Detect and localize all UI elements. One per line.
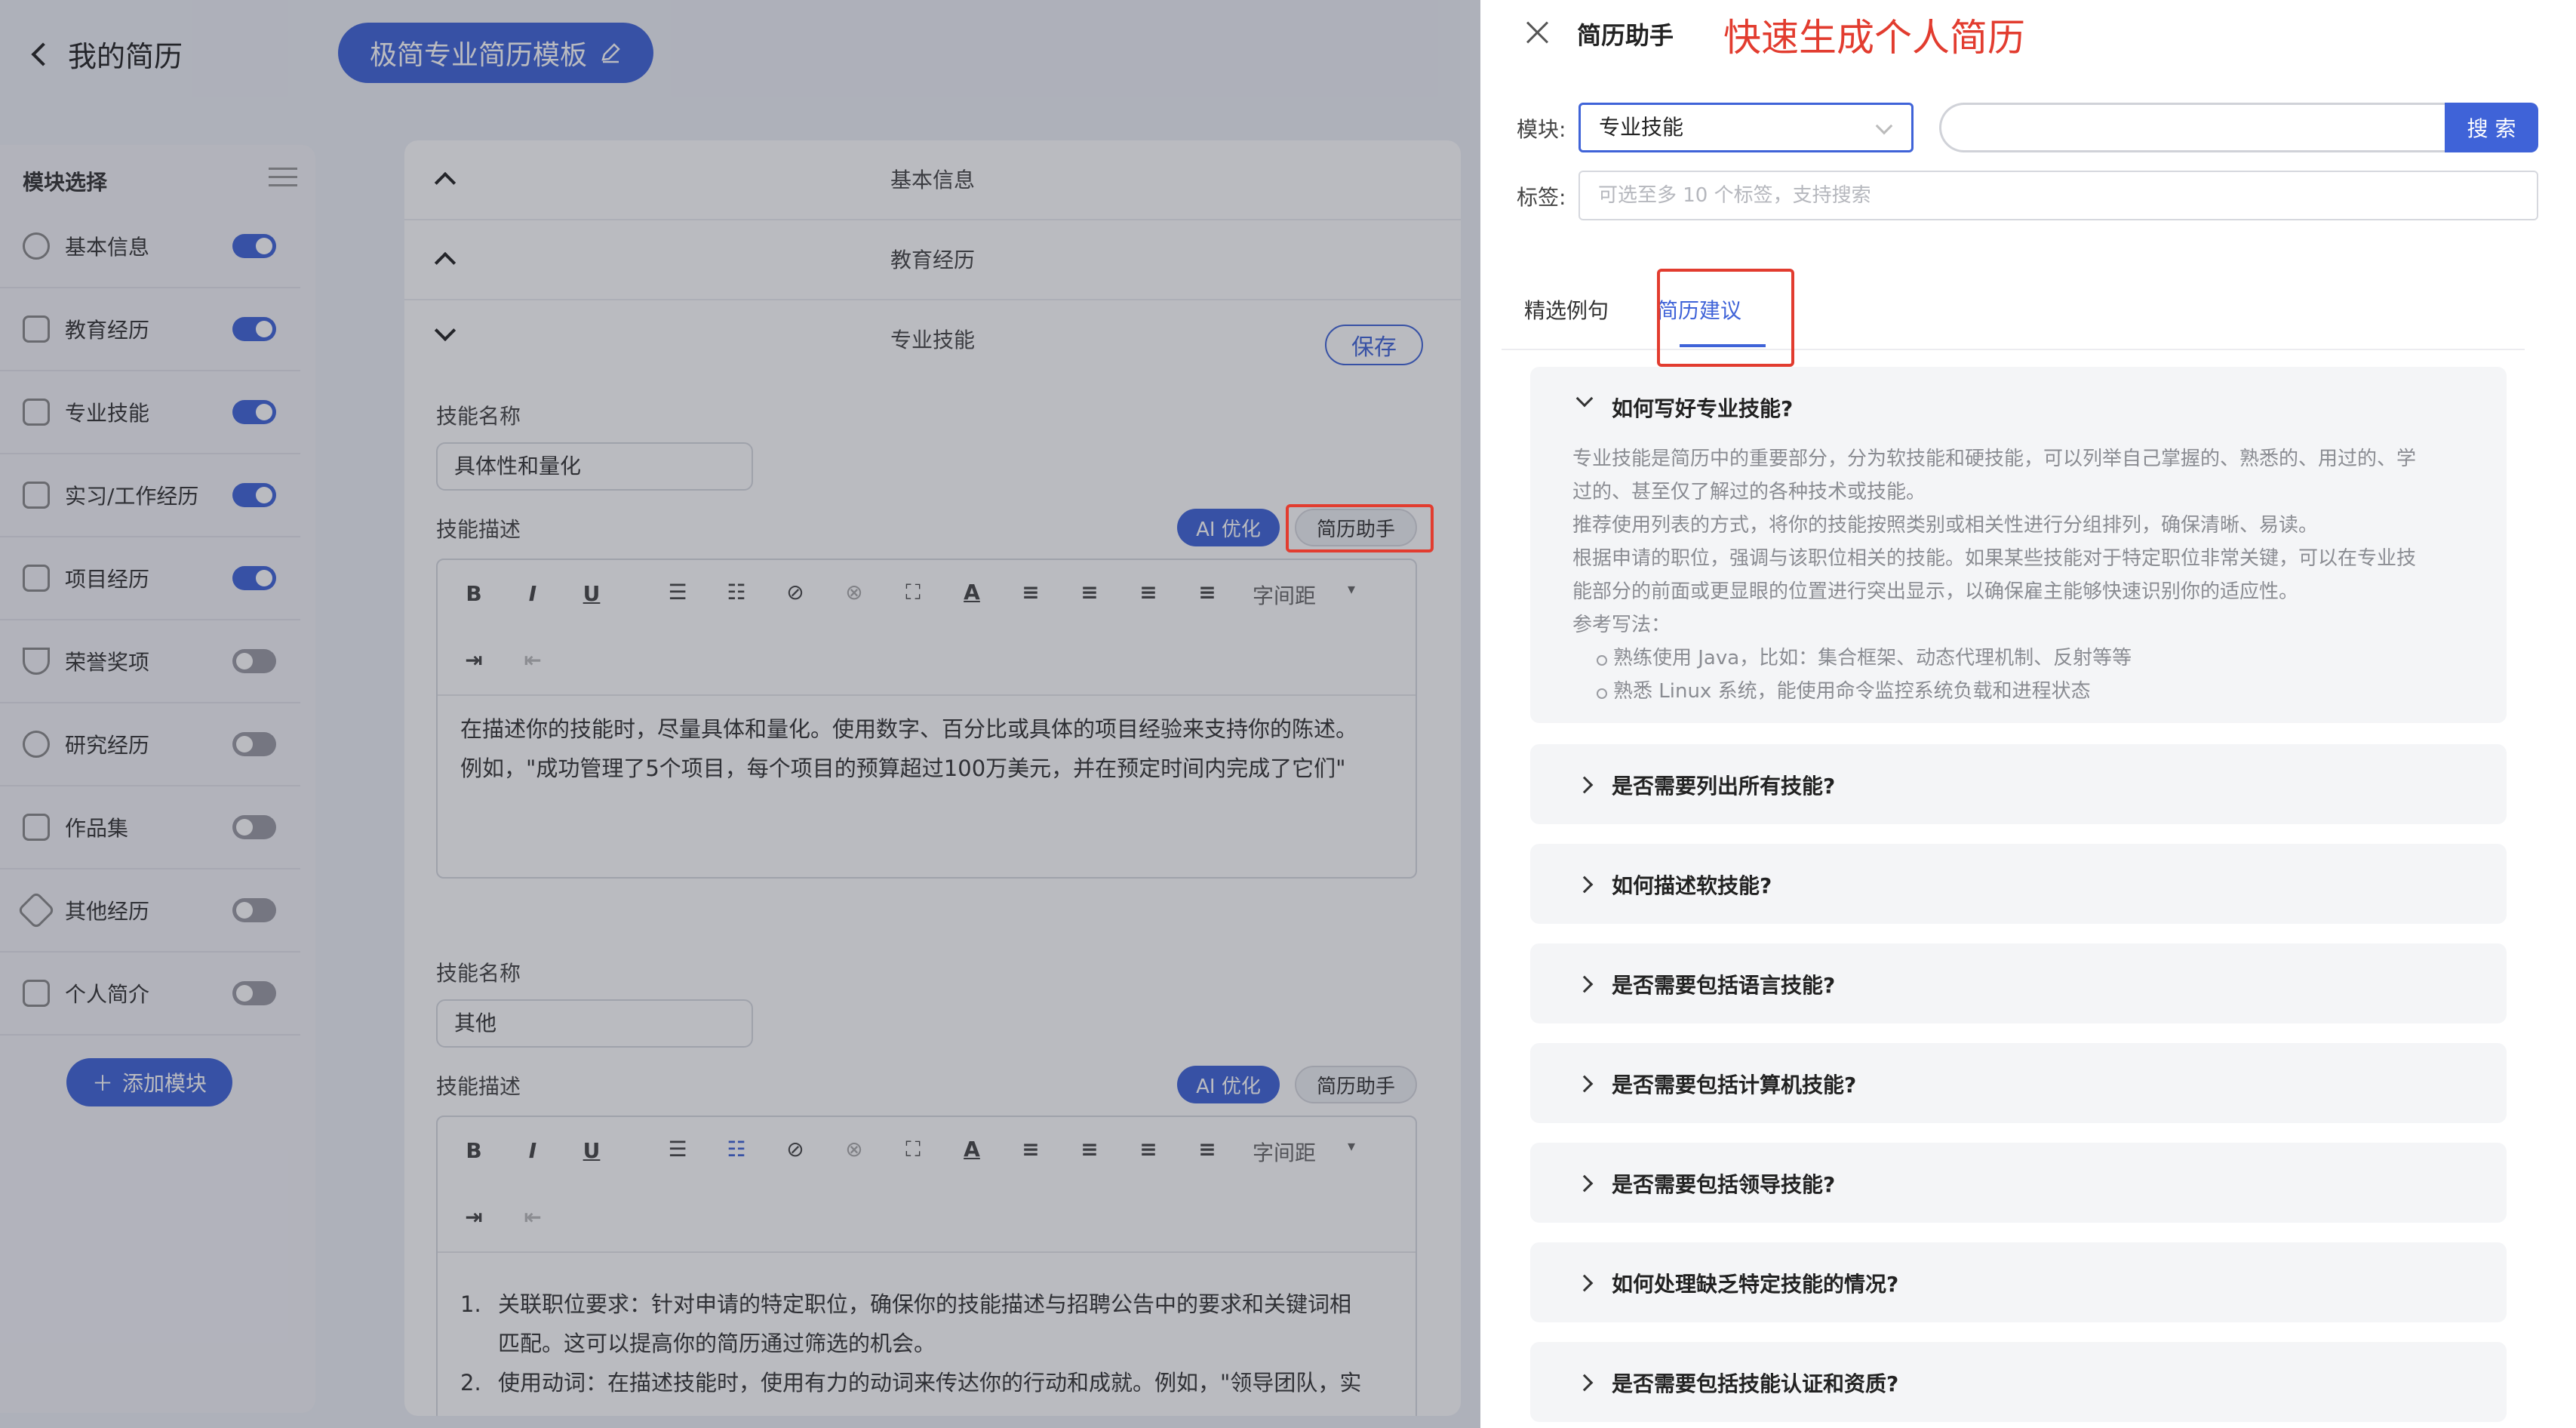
highlight-advice-tab (1657, 269, 1794, 367)
highlight-assistant-button (1286, 504, 1434, 552)
faq-question: 是否需要包括计算机技能? (1612, 1073, 1857, 1097)
faq-item[interactable]: 如何描述软技能? (1530, 844, 2507, 924)
chevron-right-icon (1575, 975, 1594, 993)
faq-item[interactable]: 是否需要列出所有技能? (1530, 744, 2507, 824)
modal-overlay[interactable] (0, 0, 1480, 1428)
chevron-right-icon (1575, 1274, 1594, 1292)
faq-item[interactable]: 是否需要包括计算机技能? (1530, 1043, 2507, 1123)
faq-question: 是否需要列出所有技能? (1612, 774, 1836, 799)
faq-answer: 专业技能是简历中的重要部分，分为软技能和硬技能，可以列举自己掌握的、熟悉的、用过… (1572, 442, 2478, 708)
search-input[interactable] (1939, 103, 2446, 152)
chevron-right-icon (1575, 776, 1594, 794)
chevron-right-icon (1575, 876, 1594, 894)
drawer-title: 简历助手 (1577, 21, 1674, 50)
faq-question: 如何描述软技能? (1612, 873, 1772, 898)
faq-question: 如何写好专业技能? (1612, 396, 1794, 421)
tags-label: 标签: (1517, 185, 1566, 210)
faq-header[interactable]: 如何写好专业技能? (1530, 367, 2507, 448)
chevron-right-icon (1575, 1374, 1594, 1392)
faq-item[interactable]: 如何处理缺乏特定技能的情况? (1530, 1242, 2507, 1322)
chevron-right-icon (1575, 1075, 1594, 1093)
chevron-down-icon (1575, 389, 1594, 408)
bullet-item: 熟练使用 Java，比如：集合框架、动态代理机制、反射等等 (1572, 642, 2478, 675)
slogan-annotation: 快速生成个人简历 (1723, 16, 2025, 60)
faq-item-expanded: 如何写好专业技能? 专业技能是简历中的重要部分，分为软技能和硬技能，可以列举自己… (1530, 367, 2507, 723)
close-icon[interactable] (1524, 20, 1550, 45)
chevron-down-icon (1875, 117, 1893, 135)
tab-bar: 精选例句 简历建议 (1502, 267, 2525, 350)
resume-assistant-drawer: 简历助手 快速生成个人简历 模块: 专业技能 搜 索 标签: 可选至多 10 个… (1480, 0, 2576, 1428)
faq-question: 是否需要包括领导技能? (1612, 1172, 1836, 1197)
bullet-item: 熟悉 Linux 系统，能使用命令监控系统负载和进程状态 (1572, 675, 2478, 708)
faq-item[interactable]: 是否需要包括技能认证和资质? (1530, 1342, 2507, 1422)
chevron-right-icon (1575, 1174, 1594, 1193)
faq-question: 是否需要包括语言技能? (1612, 973, 1836, 998)
module-label: 模块: (1517, 117, 1566, 142)
faq-item[interactable]: 是否需要包括领导技能? (1530, 1143, 2507, 1223)
faq-item[interactable]: 是否需要包括语言技能? (1530, 943, 2507, 1023)
faq-question: 是否需要包括技能认证和资质? (1612, 1371, 1899, 1396)
module-select[interactable]: 专业技能 (1578, 103, 1914, 152)
search-button[interactable]: 搜 索 (2445, 103, 2538, 152)
tab-examples[interactable]: 精选例句 (1524, 294, 1609, 325)
faq-question: 如何处理缺乏特定技能的情况? (1612, 1272, 1899, 1297)
tags-input[interactable]: 可选至多 10 个标签，支持搜索 (1578, 171, 2538, 220)
